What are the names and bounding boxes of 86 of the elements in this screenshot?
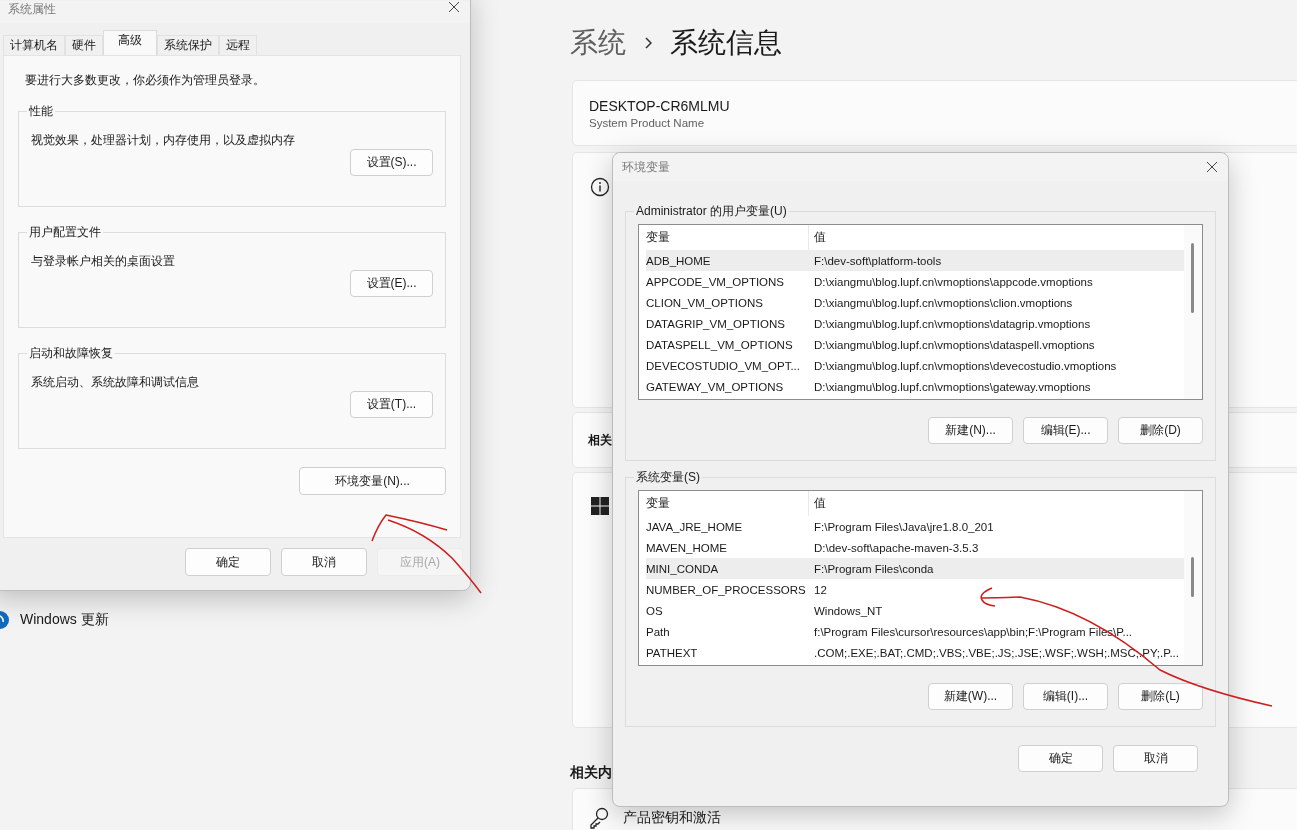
dialog-button[interactable]: 取消 <box>281 548 367 576</box>
list-action-button[interactable]: 编辑(I)... <box>1023 683 1108 710</box>
tab[interactable]: 远程 <box>219 35 257 55</box>
variable-name: Path <box>646 625 671 638</box>
tab[interactable]: 硬件 <box>65 35 103 55</box>
device-model: System Product Name <box>589 116 706 129</box>
dialog-button[interactable]: 取消 <box>1113 745 1198 772</box>
group-title: 用户配置文件 <box>28 224 102 241</box>
variable-row[interactable]: JAVA_JRE_HOME F:\Program Files\Java\jre1.8.0_201 <box>646 516 1184 537</box>
section-heading: 相关内 <box>570 764 612 782</box>
tab[interactable]: 系统保护 <box>157 35 219 55</box>
close-icon[interactable] <box>1206 161 1218 173</box>
variable-name: DATASPELL_VM_OPTIONS <box>646 338 794 351</box>
variable-value: F:\Program Files\Java\jre1.8.0_201 <box>814 520 995 533</box>
variable-row[interactable]: CLION_VM_OPTIONS D:\xiangmu\blog.lupf.cn\vmoptions\clion.vmoptions <box>646 292 1184 313</box>
variable-value: D:\xiangmu\blog.lupf.cn\vmoptions\devecostudio.vmoptions <box>814 359 1118 372</box>
variable-value: D:\xiangmu\blog.lupf.cn\vmoptions\dataspell.vmoptions <box>814 338 1096 351</box>
group-title: 启动和故障恢复 <box>28 345 114 362</box>
column-header[interactable]: 变量 <box>646 491 808 516</box>
variable-name: DEVECOSTUDIO_VM_OPT... <box>646 359 801 372</box>
variable-name: DATAGRIP_VM_OPTIONS <box>646 317 786 330</box>
variable-row[interactable]: OS Windows_NT <box>646 600 1184 621</box>
variable-name: PATHEXT <box>646 646 699 659</box>
variable-name: MINI_CONDA <box>646 562 720 575</box>
notice-text: 要进行大多数更改，你必须作为管理员登录。 <box>25 72 266 89</box>
variable-name: JAVA_JRE_HOME <box>646 520 744 533</box>
variable-value: D:\dev-soft\apache-maven-3.5.3 <box>814 541 980 554</box>
variable-name: OS <box>646 604 664 617</box>
variable-name: ADB_HOME <box>646 254 712 267</box>
variable-name: CLION_VM_OPTIONS <box>646 296 764 309</box>
scrollbar-thumb[interactable] <box>1191 557 1194 597</box>
variable-name: APPCODE_VM_OPTIONS <box>646 275 786 288</box>
windows-logo-icon <box>591 497 609 515</box>
variable-name: NUMBER_OF_PROCESSORS <box>646 583 807 596</box>
group-title: 性能 <box>28 103 54 120</box>
group-description: 视觉效果，处理器计划，内存使用，以及虚拟内存 <box>31 132 296 149</box>
group-title: 系统变量(S) <box>635 469 701 486</box>
group-description: 与登录帐户相关的桌面设置 <box>31 253 176 270</box>
key-icon <box>589 807 609 829</box>
device-name: DESKTOP-CR6MLMU <box>589 97 731 114</box>
variable-row[interactable]: DATAGRIP_VM_OPTIONS D:\xiangmu\blog.lupf.cn\vmoptions\datagrip.vmoptions <box>646 313 1184 334</box>
info-icon <box>590 177 610 197</box>
variable-row[interactable]: NUMBER_OF_PROCESSORS 12 <box>646 579 1184 600</box>
column-header[interactable]: 变量 <box>646 225 808 250</box>
variable-value: 12 <box>814 583 828 596</box>
variable-value: D:\xiangmu\blog.lupf.cn\vmoptions\appcode.vmoptions <box>814 275 1094 288</box>
variable-row[interactable]: GATEWAY_VM_OPTIONS D:\xiangmu\blog.lupf.cn\vmoptions\gateway.vmoptions <box>646 376 1184 397</box>
close-icon[interactable] <box>448 1 460 13</box>
variable-value: D:\xiangmu\blog.lupf.cn\vmoptions\gateway.vmoptions <box>814 380 1092 393</box>
product-key-label: 产品密钥和激活 <box>623 809 721 827</box>
dialog-button[interactable]: 确定 <box>1018 745 1103 772</box>
settings-button[interactable]: 设置(E)... <box>350 270 433 297</box>
variable-row[interactable]: ADB_HOME F:\dev-soft\platform-tools <box>646 250 1184 271</box>
window-title: 系统属性 <box>8 1 56 18</box>
list-action-button[interactable]: 删除(D) <box>1118 417 1203 444</box>
variable-value: F:\dev-soft\platform-tools <box>814 254 943 267</box>
variable-row[interactable]: APPCODE_VM_OPTIONS D:\xiangmu\blog.lupf.cn\vmoptions\appcode.vmoptions <box>646 271 1184 292</box>
variable-row[interactable]: DATASPELL_VM_OPTIONS D:\xiangmu\blog.lupf.cn\vmoptions\dataspell.vmoptions <box>646 334 1184 355</box>
variable-value: D:\xiangmu\blog.lupf.cn\vmoptions\clion.vmoptions <box>814 296 1074 309</box>
chevron-icon <box>644 37 652 49</box>
variable-value: F:\Program Files\conda <box>814 562 935 575</box>
page-title: 系统信息 <box>670 26 782 60</box>
variable-name: MAVEN_HOME <box>646 541 728 554</box>
list-action-button[interactable]: 删除(L) <box>1118 683 1203 710</box>
group-description: 系统启动、系统故障和调试信息 <box>31 374 200 391</box>
tab[interactable]: 计算机名 <box>3 35 65 55</box>
list-action-button[interactable]: 编辑(E)... <box>1023 417 1108 444</box>
environment-variables-button[interactable]: 环境变量(N)... <box>299 467 446 495</box>
variable-name: GATEWAY_VM_OPTIONS <box>646 380 785 393</box>
variable-row[interactable]: MAVEN_HOME D:\dev-soft\apache-maven-3.5.3 <box>646 537 1184 558</box>
list-action-button[interactable]: 新建(N)... <box>928 417 1013 444</box>
windows-update-item[interactable]: Windows 更新 <box>0 610 109 630</box>
variable-value: D:\xiangmu\blog.lupf.cn\vmoptions\datagrip.vmoptions <box>814 317 1092 330</box>
dialog-button[interactable]: 确定 <box>185 548 271 576</box>
variable-row[interactable]: MINI_CONDA F:\Program Files\conda <box>646 558 1184 579</box>
variable-value: Windows_NT <box>814 604 884 617</box>
breadcrumb-link[interactable]: 系统 <box>570 24 626 62</box>
tab[interactable]: 高级 <box>103 30 157 55</box>
list-action-button[interactable]: 新建(W)... <box>928 683 1013 710</box>
settings-button[interactable]: 设置(T)... <box>350 391 433 418</box>
variable-row[interactable]: DEVECOSTUDIO_VM_OPT... D:\xiangmu\blog.lupf.cn\vmoptions\devecostudio.vmoptions <box>646 355 1184 376</box>
scrollbar-thumb[interactable] <box>1191 243 1194 313</box>
window-title: 环境变量 <box>622 158 670 176</box>
group-title: Administrator 的用户变量(U) <box>635 203 788 220</box>
settings-button[interactable]: 设置(S)... <box>350 149 433 176</box>
section-label: 相关 <box>588 431 612 449</box>
